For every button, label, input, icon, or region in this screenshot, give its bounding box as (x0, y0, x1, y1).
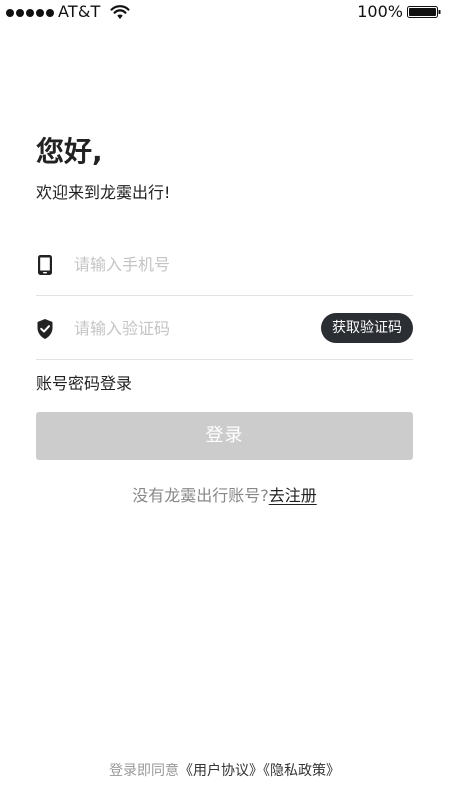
register-prompt-text: 没有龙霙出行账号? (132, 486, 269, 505)
register-link[interactable]: 去注册 (269, 486, 317, 505)
battery-percentage: 100% (357, 2, 403, 21)
shield-check-icon (37, 319, 53, 339)
verification-code-input[interactable] (74, 314, 304, 342)
verification-code-row: 获取验证码 (36, 296, 413, 360)
greeting-subtitle: 欢迎来到龙霙出行! (36, 183, 171, 202)
agreement-line: 登录即同意《用户协议》《隐私政策》 (0, 760, 449, 780)
phone-icon (38, 255, 52, 275)
phone-number-row (36, 232, 413, 296)
register-prompt-line: 没有龙霙出行账号?去注册 (0, 482, 449, 506)
signal-strength-icon (6, 9, 54, 17)
code-row-divider (36, 359, 413, 360)
greeting-title: 您好, (36, 135, 103, 168)
user-agreement-link[interactable]: 《用户协议》 (179, 763, 263, 779)
get-verification-code-button[interactable]: 获取验证码 (321, 313, 413, 343)
carrier-name: AT&T (58, 2, 101, 21)
wifi-icon (110, 5, 130, 19)
phone-number-input[interactable] (74, 250, 304, 278)
status-bar: AT&T 100% (0, 0, 449, 26)
login-button[interactable]: 登录 (36, 412, 413, 460)
password-login-link[interactable]: 账号密码登录 (36, 370, 132, 394)
battery-icon (407, 6, 441, 18)
agreement-prefix-text: 登录即同意 (109, 763, 179, 779)
privacy-policy-link[interactable]: 《隐私政策》 (263, 763, 340, 779)
